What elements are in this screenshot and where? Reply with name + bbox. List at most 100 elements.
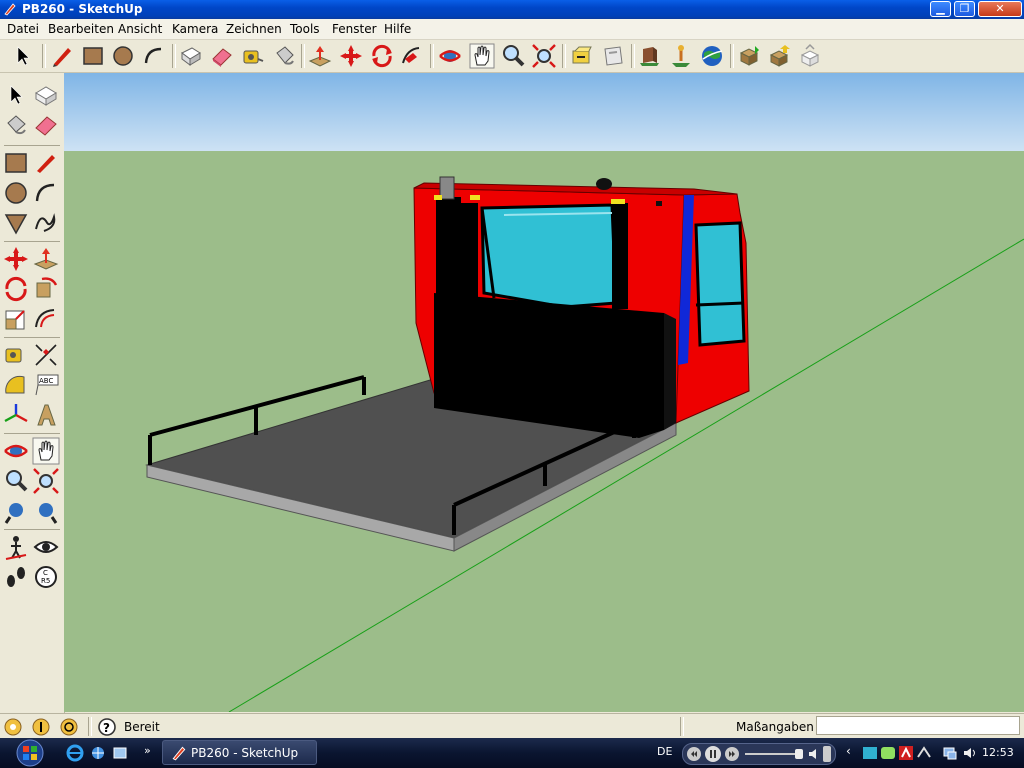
dimension-tool-icon[interactable] <box>32 341 60 369</box>
eraser-tool-icon[interactable] <box>32 111 60 139</box>
credits-icon[interactable] <box>31 717 51 737</box>
antivirus-icon[interactable] <box>898 745 914 761</box>
close-button[interactable]: ✕ <box>978 1 1022 17</box>
scene-canvas <box>64 73 1024 712</box>
previous-tool-icon[interactable] <box>32 497 60 525</box>
measurements-input[interactable] <box>816 716 1020 735</box>
taskbar-app-sketchup[interactable]: PB260 - SketchUp <box>162 740 317 765</box>
paint-bucket-icon[interactable] <box>271 43 297 69</box>
tray-expand-icon[interactable]: ‹ <box>846 744 851 758</box>
move-tool-icon[interactable] <box>2 245 30 273</box>
zoom-window-tool-icon[interactable] <box>32 467 60 495</box>
scale-tool-icon[interactable] <box>2 305 30 333</box>
measurements-label: Maßangaben <box>736 720 814 734</box>
minimize-button[interactable]: ▁ <box>930 1 951 17</box>
place-model-icon[interactable] <box>668 43 694 69</box>
axes-tool-icon[interactable] <box>2 401 30 429</box>
share-model-icon[interactable] <box>767 43 793 69</box>
tray-app-icon-1[interactable] <box>862 745 878 761</box>
google-earth-icon[interactable] <box>699 43 725 69</box>
menu-hilfe[interactable]: Hilfe <box>384 22 411 36</box>
zoom-tool-icon[interactable] <box>2 467 30 495</box>
text-tool-icon[interactable]: ABC <box>32 371 60 399</box>
position-camera-tool-icon[interactable] <box>2 533 30 561</box>
follow-me-tool-icon[interactable] <box>32 275 60 303</box>
circle-icon[interactable] <box>110 43 136 69</box>
volume-icon[interactable] <box>807 747 821 761</box>
protractor-tool-icon[interactable] <box>2 371 30 399</box>
walk-tool-icon[interactable] <box>2 563 30 591</box>
clock[interactable]: 12:53 <box>982 746 1014 759</box>
help-icon[interactable]: ? <box>97 717 117 737</box>
network-icon[interactable] <box>942 745 958 761</box>
status-bar: ? Bereit Maßangaben <box>0 713 1024 739</box>
circle-tool-icon[interactable] <box>2 179 30 207</box>
rectangle-icon[interactable] <box>80 43 106 69</box>
section-plane-tool-icon[interactable]: C R5 <box>32 563 60 591</box>
next-view-icon[interactable] <box>600 43 626 69</box>
get-models-icon[interactable] <box>737 43 763 69</box>
quicklaunch-chevron-icon[interactable]: » <box>144 744 151 757</box>
menu-ansicht[interactable]: Ansicht <box>118 22 162 36</box>
pan-icon[interactable] <box>469 43 495 69</box>
rectangle-tool-icon[interactable] <box>2 149 30 177</box>
volume-slider-handle[interactable] <box>795 749 803 759</box>
3d-warehouse-icon[interactable] <box>637 43 663 69</box>
offset-tool-icon[interactable] <box>32 305 60 333</box>
menu-zeichnen[interactable]: Zeichnen <box>226 22 282 36</box>
zoom-extents-tool-icon[interactable] <box>2 497 30 525</box>
language-indicator[interactable]: DE <box>657 745 672 758</box>
menu-fenster[interactable]: Fenster <box>332 22 377 36</box>
pause-icon[interactable] <box>704 745 722 763</box>
push-pull-icon[interactable] <box>307 43 333 69</box>
previous-view-icon[interactable] <box>569 43 595 69</box>
eraser-icon[interactable] <box>209 43 235 69</box>
menu-kamera[interactable]: Kamera <box>172 22 218 36</box>
pencil-line-icon[interactable] <box>49 43 75 69</box>
geo-location-icon[interactable] <box>3 717 23 737</box>
paint-tool-icon[interactable] <box>2 111 30 139</box>
speaker-icon[interactable] <box>962 745 978 761</box>
network-globe-icon[interactable] <box>90 745 106 761</box>
pan-tool-icon[interactable] <box>32 437 60 465</box>
orbit-tool-icon[interactable] <box>2 437 30 465</box>
rotate-tool-icon[interactable] <box>2 275 30 303</box>
zoom-icon[interactable] <box>500 43 526 69</box>
arc-icon[interactable] <box>141 43 167 69</box>
component-icon[interactable] <box>798 43 824 69</box>
previous-track-icon[interactable] <box>686 746 702 762</box>
next-track-icon[interactable] <box>724 746 740 762</box>
move-icon[interactable] <box>338 43 364 69</box>
3d-text-tool-icon[interactable] <box>32 401 60 429</box>
maximize-button[interactable]: ❐ <box>954 1 975 17</box>
menu-datei[interactable]: Datei <box>7 22 39 36</box>
freehand-tool-icon[interactable] <box>32 209 60 237</box>
model-viewport[interactable] <box>64 73 1024 712</box>
orbit-icon[interactable] <box>437 43 463 69</box>
select-icon[interactable] <box>10 43 36 69</box>
media-restore-button[interactable] <box>823 746 831 762</box>
polygon-tool-icon[interactable] <box>2 209 30 237</box>
show-desktop-icon[interactable] <box>112 745 128 761</box>
follow-me-icon[interactable] <box>399 43 425 69</box>
ie-icon[interactable] <box>66 744 84 762</box>
make-component-icon[interactable] <box>178 43 204 69</box>
title-bar[interactable]: PB260 - SketchUp ▁ ❐ ✕ <box>0 0 1024 19</box>
component-tool-icon[interactable] <box>32 81 60 109</box>
start-button[interactable] <box>6 739 54 767</box>
arc-tool-icon[interactable] <box>32 179 60 207</box>
menu-bearbeiten[interactable]: Bearbeiten <box>48 22 114 36</box>
line-tool-icon[interactable] <box>32 149 60 177</box>
rotate-icon[interactable] <box>369 43 395 69</box>
tray-app-icon-3[interactable] <box>916 745 932 761</box>
select-tool-icon[interactable] <box>2 81 30 109</box>
svg-text:C: C <box>43 569 48 577</box>
zoom-extents-icon[interactable] <box>531 43 557 69</box>
tape-measure-tool-icon[interactable] <box>2 341 30 369</box>
push-pull-tool-icon[interactable] <box>32 245 60 273</box>
tray-app-icon-2[interactable] <box>880 745 896 761</box>
user-info-icon[interactable] <box>59 717 79 737</box>
tape-measure-icon[interactable] <box>240 43 266 69</box>
menu-tools[interactable]: Tools <box>290 22 320 36</box>
look-around-tool-icon[interactable] <box>32 533 60 561</box>
